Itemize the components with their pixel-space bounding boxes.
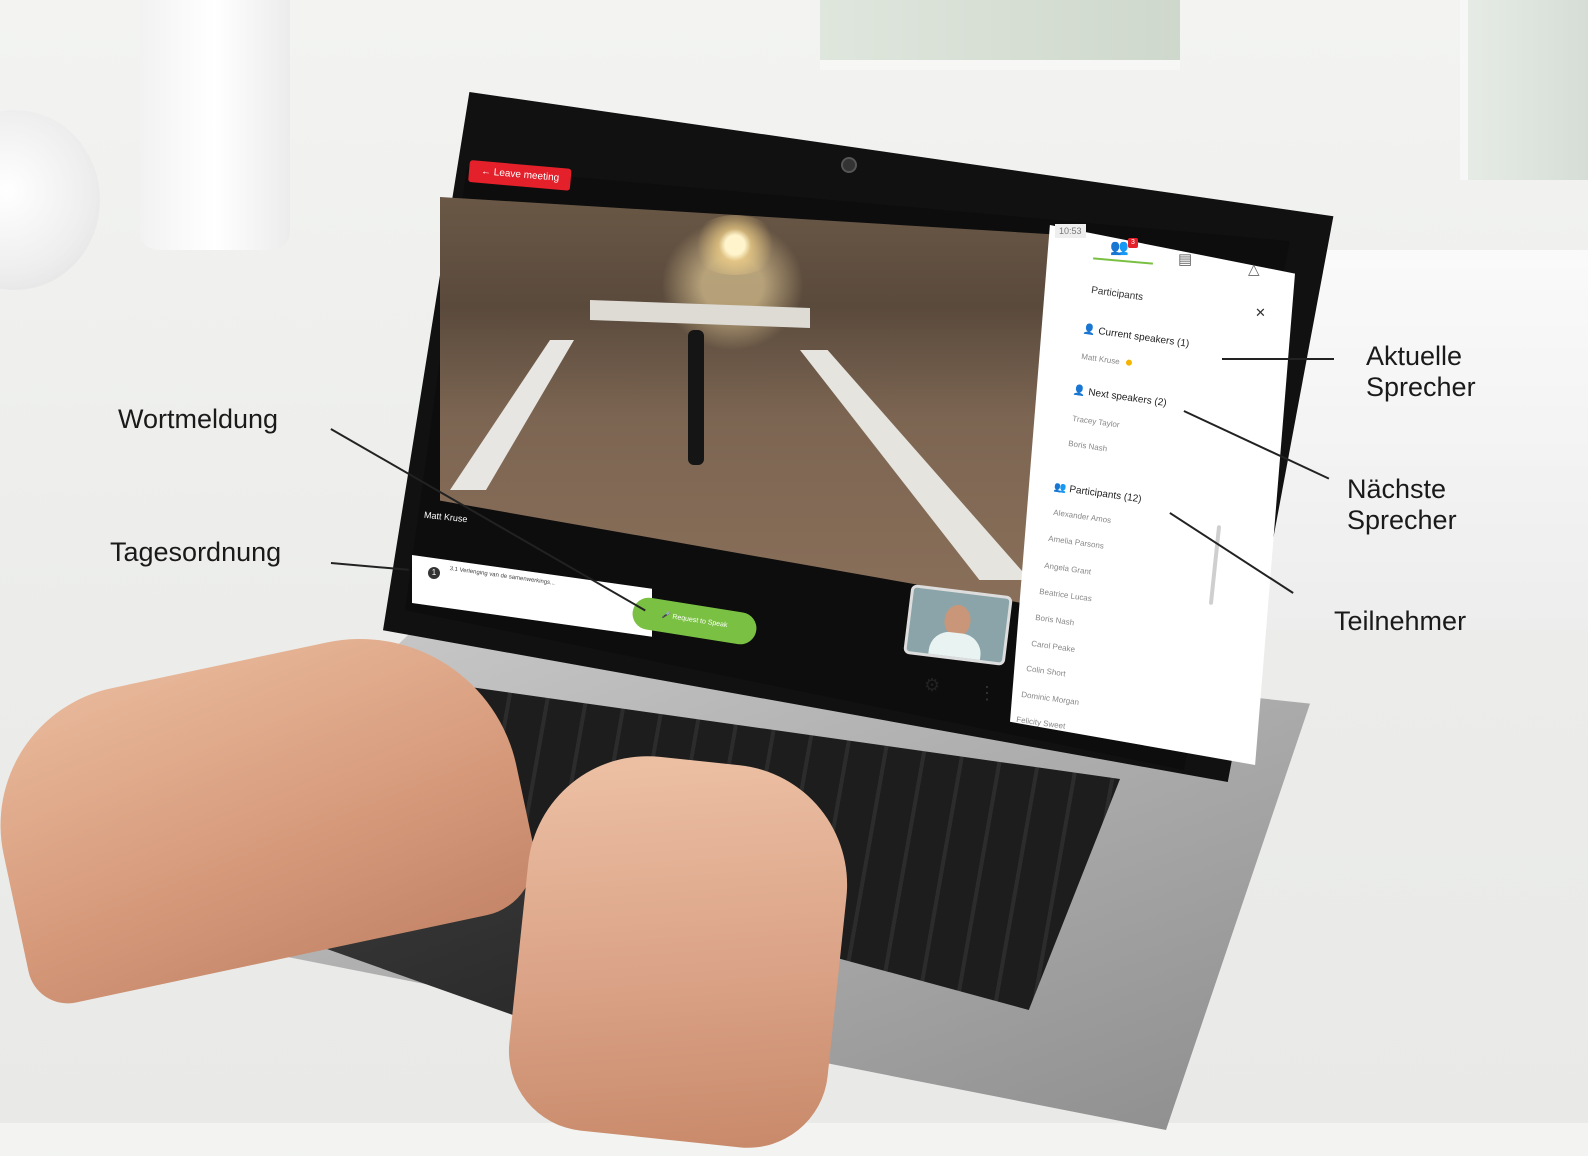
leave-meeting-label: Leave meeting [493,167,560,184]
callout-agenda: Tagesordnung [110,537,282,567]
speaker-icon: 👤 [1072,385,1087,398]
window [820,0,1180,70]
people-icon[interactable]: 👥 [1110,238,1129,256]
window-frame [1460,0,1588,180]
callout-current-speakers: Aktuelle Sprecher [1366,341,1476,402]
desk-clock [0,110,100,290]
callout-line-current-speakers [1222,358,1334,360]
arrow-left-icon: ← [480,166,492,178]
callout-participants: Teilnehmer [1334,606,1467,636]
more-vertical-icon[interactable]: ⋮ [978,683,996,704]
plant-pot [140,0,290,250]
chandelier [690,215,780,275]
microphone-pillar [688,330,704,465]
request-to-speak-label: Request to Speak [671,613,728,630]
webcam [841,157,857,173]
chat-icon[interactable]: ▤ [1178,250,1192,268]
speaker-icon: 👤 [1082,324,1097,337]
close-icon[interactable]: ✕ [1255,305,1266,321]
callout-request-to-speak: Wortmeldung [118,404,279,434]
callout-next-speakers: Nächste Sprecher [1347,474,1457,535]
participants-panel [1010,225,1295,765]
info-icon[interactable]: 1 [428,567,440,579]
participants-count-badge: 3 [1128,238,1138,248]
gear-icon[interactable]: ⚙ [924,675,940,696]
bell-icon[interactable]: △ [1248,260,1260,278]
people-icon: 👥 [1053,482,1068,495]
speaking-indicator-icon [1125,359,1133,367]
self-view-video [903,584,1013,666]
clock-time: 10:53 [1055,224,1086,238]
right-hand [501,744,859,1156]
microphone-icon: 🎤 [661,611,671,621]
